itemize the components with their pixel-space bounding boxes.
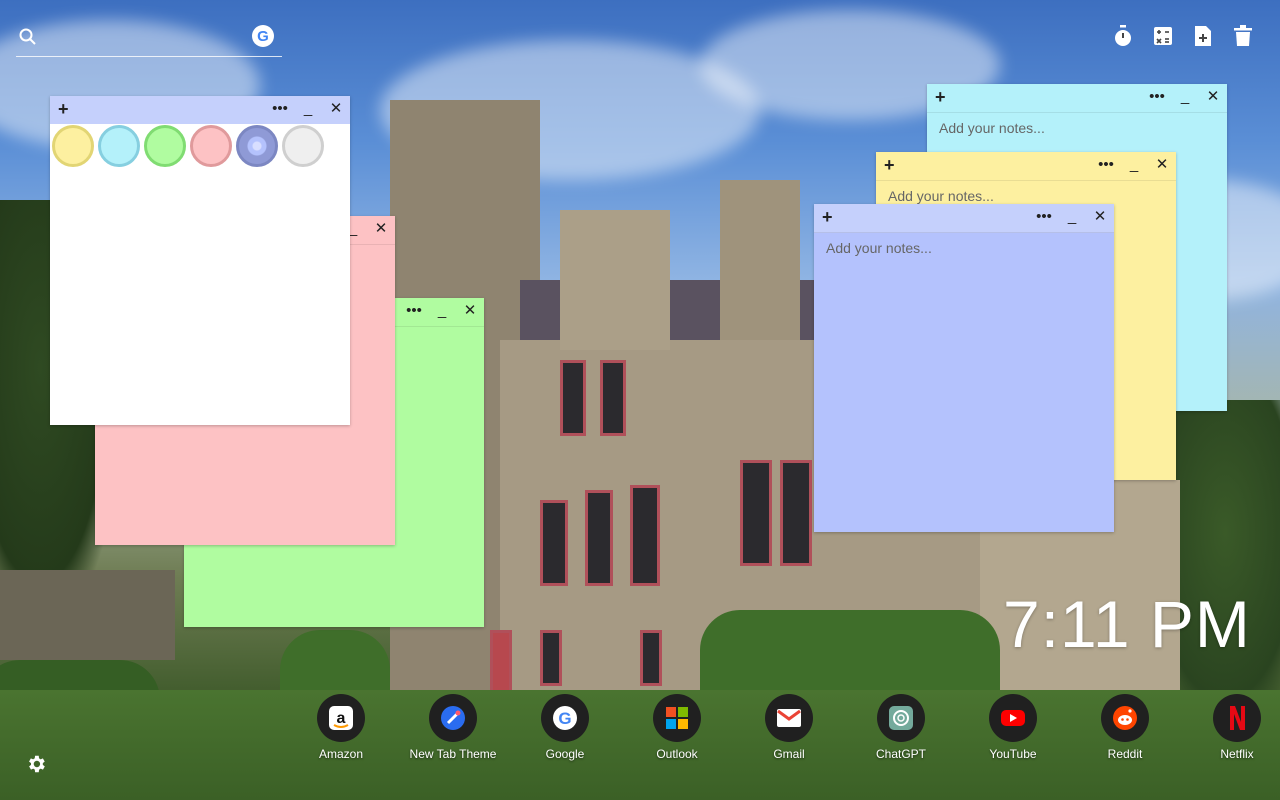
reddit-icon	[1101, 694, 1149, 742]
close-button[interactable]: ✕	[322, 100, 350, 118]
add-note-button[interactable]: +	[935, 87, 946, 107]
add-note-button[interactable]: +	[822, 207, 833, 227]
shortcut-dock: a Amazon New Tab Theme G Google Outlook …	[285, 694, 1280, 761]
google-icon[interactable]: G	[252, 25, 274, 47]
search-input[interactable]	[46, 26, 260, 52]
minimize-button[interactable]: _	[428, 302, 456, 320]
add-note-icon[interactable]	[1192, 24, 1214, 48]
gmail-icon	[765, 694, 813, 742]
trash-icon[interactable]	[1232, 24, 1254, 48]
note-menu-button[interactable]: •••	[266, 100, 294, 118]
note-header: + ••• _ ✕	[927, 84, 1227, 113]
clock: 7:11 PM	[1003, 587, 1251, 661]
shortcut-amazon[interactable]: a Amazon	[285, 694, 397, 761]
shortcut-label: ChatGPT	[875, 747, 926, 761]
google-icon: G	[541, 694, 589, 742]
amazon-icon: a	[317, 694, 365, 742]
shortcut-label: Amazon	[318, 747, 364, 761]
shortcut-label: New Tab Theme	[409, 747, 497, 761]
outlook-icon	[653, 694, 701, 742]
close-button[interactable]: ✕	[367, 220, 395, 238]
note-menu-button[interactable]: •••	[400, 302, 428, 320]
youtube-icon	[989, 694, 1037, 742]
shortcut-new-tab-theme[interactable]: New Tab Theme	[397, 694, 509, 761]
shortcut-chatgpt[interactable]: ChatGPT	[845, 694, 957, 761]
new-tab-theme-icon	[429, 694, 477, 742]
note-body[interactable]	[50, 176, 350, 425]
minimize-button[interactable]: _	[1058, 208, 1086, 226]
note-header: + ••• _ ✕	[876, 152, 1176, 181]
color-swatch-green[interactable]	[144, 125, 186, 167]
close-button[interactable]: ✕	[1199, 88, 1227, 106]
shortcut-label: Google	[545, 747, 585, 761]
chatgpt-icon	[877, 694, 925, 742]
color-swatch-yellow[interactable]	[52, 125, 94, 167]
shortcut-gmail[interactable]: Gmail	[733, 694, 845, 761]
color-swatch-pink[interactable]	[190, 125, 232, 167]
close-button[interactable]: ✕	[1086, 208, 1114, 226]
shortcut-outlook[interactable]: Outlook	[621, 694, 733, 761]
note-textarea[interactable]	[824, 238, 1108, 528]
minimize-button[interactable]: _	[1120, 156, 1148, 174]
color-swatch-white[interactable]	[282, 125, 324, 167]
shortcut-google[interactable]: G Google	[509, 694, 621, 761]
timer-icon[interactable]	[1112, 24, 1134, 48]
shortcut-label: Outlook	[656, 747, 698, 761]
minimize-button[interactable]: _	[294, 100, 322, 118]
color-palette	[50, 124, 350, 176]
note-header: + ••• _ ✕	[50, 96, 350, 124]
note-menu-button[interactable]: •••	[1030, 208, 1058, 226]
close-button[interactable]: ✕	[456, 302, 484, 320]
gear-icon[interactable]	[25, 753, 47, 775]
add-note-button[interactable]: +	[884, 155, 895, 175]
color-swatch-blue-selected[interactable]	[236, 125, 278, 167]
sticky-note-blue: + ••• _ ✕	[814, 204, 1114, 532]
sticky-note-white: + ••• _ ✕	[50, 96, 350, 425]
toolbar	[1112, 24, 1254, 48]
note-menu-button[interactable]: •••	[1143, 88, 1171, 106]
add-note-button[interactable]: +	[58, 99, 69, 119]
minimize-button[interactable]: _	[1171, 88, 1199, 106]
shortcut-youtube[interactable]: YouTube	[957, 694, 1069, 761]
search-icon[interactable]	[18, 27, 38, 47]
close-button[interactable]: ✕	[1148, 156, 1176, 174]
shortcut-label: Reddit	[1107, 747, 1143, 761]
shortcut-label: Netflix	[1220, 747, 1254, 761]
svg-text:a: a	[337, 710, 346, 727]
note-menu-button[interactable]: •••	[1092, 156, 1120, 174]
search-bar: G	[16, 24, 282, 57]
shortcut-netflix[interactable]: Netflix	[1181, 694, 1280, 761]
color-swatch-cyan[interactable]	[98, 125, 140, 167]
note-header: + ••• _ ✕	[814, 204, 1114, 233]
shortcut-label: YouTube	[989, 747, 1037, 761]
calculator-icon[interactable]	[1152, 24, 1174, 48]
svg-text:G: G	[558, 709, 571, 728]
shortcut-reddit[interactable]: Reddit	[1069, 694, 1181, 761]
netflix-icon	[1213, 694, 1261, 742]
shortcut-label: Gmail	[773, 747, 805, 761]
